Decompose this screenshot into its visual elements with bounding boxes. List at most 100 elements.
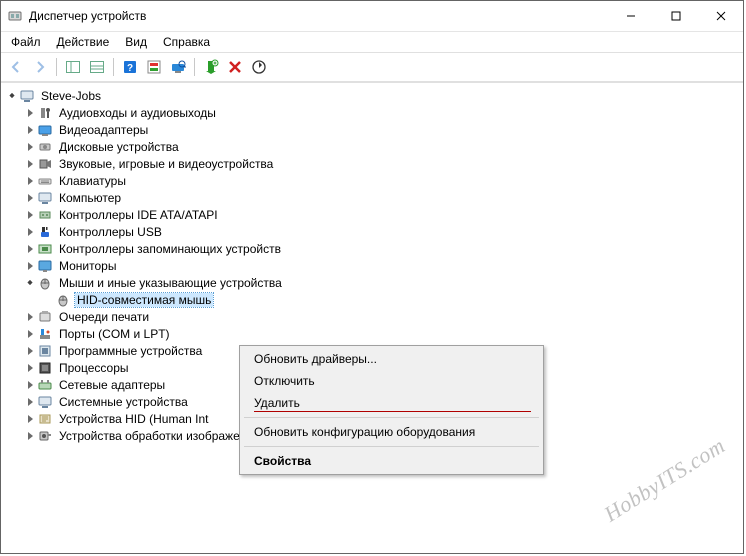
ctx-scan-hardware[interactable]: Обновить конфигурацию оборудования [242,421,541,443]
expander-icon[interactable] [23,242,37,256]
device-category-icon [37,326,53,342]
expander-icon[interactable] [23,395,37,409]
menu-view[interactable]: Вид [117,33,155,51]
device-category-icon [37,190,53,206]
menu-file[interactable]: Файл [3,33,49,51]
expander-icon[interactable] [23,344,37,358]
tb-action-button[interactable] [143,56,165,78]
tb-help-button[interactable]: ? [119,56,141,78]
context-menu: Обновить драйверы... Отключить Удалить О… [239,345,544,475]
expander-icon[interactable] [23,412,37,426]
tree-item[interactable]: Звуковые, игровые и видеоустройства [1,155,743,172]
expander-icon[interactable] [23,361,37,375]
expander-icon[interactable] [23,208,37,222]
device-category-icon [37,207,53,223]
device-category-icon [37,156,53,172]
expander-icon[interactable] [5,89,19,103]
expander-icon[interactable] [23,174,37,188]
tree-item[interactable]: Контроллеры USB [1,223,743,240]
tb-show-hide-tree-button[interactable] [62,56,84,78]
tree-item[interactable]: Аудиовходы и аудиовыходы [1,104,743,121]
tree-item-label: Контроллеры USB [57,225,164,239]
expander-icon[interactable] [23,225,37,239]
tree-item-label: Сетевые адаптеры [57,378,167,392]
expander-icon[interactable] [23,106,37,120]
menu-action[interactable]: Действие [49,33,118,51]
tb-uninstall-button[interactable] [224,56,246,78]
tree-item[interactable]: Мониторы [1,257,743,274]
close-button[interactable] [698,1,743,31]
tree-item-label: Дисковые устройства [57,140,181,154]
tree-item-label: Аудиовходы и аудиовыходы [57,106,218,120]
device-category-icon [37,139,53,155]
tree-item[interactable]: Очереди печати [1,308,743,325]
expander-icon[interactable] [23,429,37,443]
expander-icon[interactable] [23,123,37,137]
ctx-separator [244,417,539,418]
red-underline [254,411,531,412]
device-category-icon [37,275,53,291]
window-title: Диспетчер устройств [29,9,608,23]
expander-icon[interactable] [23,327,37,341]
tree-item[interactable]: Компьютер [1,189,743,206]
svg-text:?: ? [127,63,133,74]
device-category-icon [37,258,53,274]
tb-enable-button[interactable] [200,56,222,78]
tree-item-label: Видеоадаптеры [57,123,150,137]
device-tree[interactable]: Steve-Jobs Аудиовходы и аудиовыходы Видео… [1,82,743,553]
device-category-icon [37,411,53,427]
device-category-icon [37,122,53,138]
expander-icon[interactable] [23,140,37,154]
app-icon [7,8,23,24]
tree-item[interactable]: Порты (COM и LPT) [1,325,743,342]
ctx-label: Обновить драйверы... [254,352,377,366]
tree-item[interactable]: Мыши и иные указывающие устройства [1,274,743,291]
tree-root-label: Steve-Jobs [39,89,103,103]
device-category-icon [37,428,53,444]
expander-icon[interactable] [23,276,37,290]
expander-icon[interactable] [23,191,37,205]
tree-item-label: Очереди печати [57,310,151,324]
tb-separator [56,58,57,76]
ctx-label: Свойства [254,454,311,468]
menu-help[interactable]: Справка [155,33,218,51]
tb-update-driver-button[interactable] [248,56,270,78]
ctx-properties[interactable]: Свойства [242,450,541,472]
title-bar: Диспетчер устройств [1,1,743,32]
toolbar: ? [1,52,743,82]
expander-icon[interactable] [23,310,37,324]
minimize-button[interactable] [608,1,653,31]
tree-root[interactable]: Steve-Jobs [1,87,743,104]
tree-item[interactable]: Контроллеры запоминающих устройств [1,240,743,257]
tb-properties-button[interactable] [86,56,108,78]
tree-item-child[interactable]: HID-совместимая мышь [1,291,743,308]
tb-forward-button[interactable] [29,56,51,78]
mouse-icon [55,292,71,308]
tree-item-label: Устройства HID (Human Int [57,412,210,426]
tree-item[interactable]: Видеоадаптеры [1,121,743,138]
ctx-label: Обновить конфигурацию оборудования [254,425,475,439]
tree-item-label: Мыши и иные указывающие устройства [57,276,284,290]
device-category-icon [37,241,53,257]
expander-icon[interactable] [23,259,37,273]
ctx-disable[interactable]: Отключить [242,370,541,392]
ctx-separator [244,446,539,447]
tb-separator [194,58,195,76]
tree-item-label: HID-совместимая мышь [75,293,213,307]
tree-item[interactable]: Дисковые устройства [1,138,743,155]
device-category-icon [37,343,53,359]
tb-separator [113,58,114,76]
tree-item-label: Контроллеры IDE ATA/ATAPI [57,208,220,222]
expander-icon[interactable] [23,157,37,171]
tree-item-label: Компьютер [57,191,123,205]
tb-back-button[interactable] [5,56,27,78]
tree-item-label: Системные устройства [57,395,190,409]
ctx-update-drivers[interactable]: Обновить драйверы... [242,348,541,370]
expander-icon[interactable] [23,378,37,392]
device-category-icon [37,309,53,325]
tree-item[interactable]: Контроллеры IDE ATA/ATAPI [1,206,743,223]
ctx-label: Отключить [254,374,315,388]
tb-scan-hardware-button[interactable] [167,56,189,78]
maximize-button[interactable] [653,1,698,31]
tree-item[interactable]: Клавиатуры [1,172,743,189]
